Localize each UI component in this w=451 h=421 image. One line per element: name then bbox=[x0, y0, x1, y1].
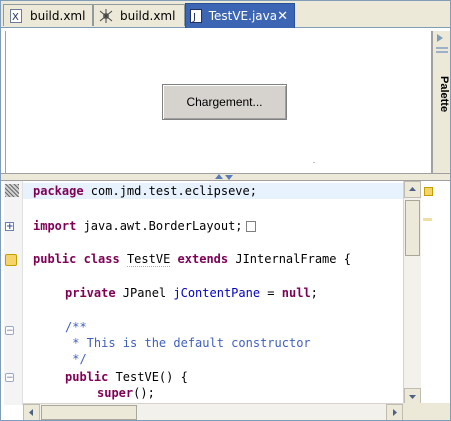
arrow-left-icon bbox=[29, 409, 33, 416]
visual-design-canvas[interactable]: Chargement... bbox=[5, 31, 432, 173]
vertical-ruler[interactable]: + − − bbox=[4, 181, 23, 405]
horizontal-scrollbar[interactable] bbox=[23, 403, 403, 420]
warning-marker[interactable] bbox=[423, 218, 432, 221]
code-text: com.jmd.test.eclipseve; bbox=[83, 184, 257, 198]
class-name: TestVE bbox=[126, 252, 171, 267]
warning-icon[interactable] bbox=[5, 254, 17, 266]
scroll-right-button[interactable] bbox=[386, 404, 403, 420]
collapse-fold-icon[interactable]: − bbox=[5, 373, 14, 383]
code-text: JPanel bbox=[115, 286, 174, 300]
xml-file-icon: X bbox=[8, 8, 24, 24]
arrow-down-icon bbox=[409, 395, 416, 399]
code-text: java.awt.BorderLayout; bbox=[76, 219, 243, 233]
code-text: (); bbox=[133, 386, 155, 400]
field-name: jContentPane bbox=[173, 286, 261, 300]
keyword: class bbox=[83, 252, 120, 266]
overview-ruler[interactable] bbox=[421, 181, 435, 405]
canvas-dot bbox=[313, 162, 315, 163]
vertical-scroll-thumb[interactable] bbox=[405, 200, 420, 256]
selection-marker-icon bbox=[5, 184, 19, 197]
code-area[interactable]: package com.jmd.test.eclipseve; import j… bbox=[23, 181, 403, 405]
design-source-splitter[interactable] bbox=[1, 173, 450, 181]
folded-content-icon[interactable] bbox=[245, 221, 256, 232]
expand-palette-icon[interactable] bbox=[437, 34, 443, 42]
keyword: public bbox=[33, 252, 77, 266]
palette-panel[interactable]: Palette bbox=[432, 31, 450, 177]
tab-build-xml-2[interactable]: build.xml bbox=[93, 4, 185, 26]
comment-line: * This is the default constructor bbox=[65, 336, 311, 350]
keyword: super bbox=[97, 386, 134, 400]
code-line: package com.jmd.test.eclipseve; bbox=[33, 183, 257, 199]
editor-tab-bar: X build.xml build.xml J TestVE.java ✕ bbox=[1, 1, 450, 28]
scrollbar-corner bbox=[403, 403, 450, 420]
code-line: super(); bbox=[97, 385, 155, 401]
tab-build-xml-1[interactable]: X build.xml bbox=[3, 4, 93, 26]
palette-grip-icon bbox=[436, 51, 448, 53]
code-line: private JPanel jContentPane = null; bbox=[65, 285, 318, 301]
code-line: public TestVE() { bbox=[65, 369, 188, 385]
horizontal-scroll-thumb[interactable] bbox=[41, 405, 137, 420]
tab-label: TestVE.java bbox=[208, 9, 278, 23]
code-text: = bbox=[260, 286, 282, 300]
ant-build-icon bbox=[98, 8, 114, 24]
keyword: public bbox=[65, 370, 109, 384]
arrow-up-icon bbox=[409, 187, 416, 191]
code-text: JInternalFrame { bbox=[228, 252, 351, 266]
palette-grip-icon bbox=[436, 47, 448, 49]
vertical-scrollbar[interactable] bbox=[403, 181, 421, 405]
scroll-left-button[interactable] bbox=[23, 404, 40, 420]
java-source-editor[interactable]: + − − package com.jmd.test.eclipseve; im… bbox=[1, 181, 450, 420]
warning-summary-icon[interactable] bbox=[424, 187, 433, 196]
arrow-up-icon[interactable] bbox=[215, 174, 223, 179]
comment-line: */ bbox=[65, 352, 87, 366]
collapse-fold-icon[interactable]: − bbox=[5, 326, 14, 336]
arrow-down-icon[interactable] bbox=[225, 175, 233, 180]
code-text: ; bbox=[310, 286, 318, 300]
code-text: TestVE() { bbox=[108, 370, 188, 384]
keyword: package bbox=[33, 184, 84, 198]
code-line: import java.awt.BorderLayout; bbox=[33, 218, 256, 234]
tab-label: build.xml bbox=[30, 8, 86, 23]
keyword: extends bbox=[177, 252, 229, 266]
palette-label[interactable]: Palette bbox=[434, 76, 450, 146]
comment-line: /** bbox=[65, 320, 87, 334]
keyword: import bbox=[33, 219, 77, 233]
chargement-button[interactable]: Chargement... bbox=[162, 84, 287, 120]
tab-label: build.xml bbox=[120, 8, 176, 23]
code-line: public class TestVE extends JInternalFra… bbox=[33, 251, 351, 267]
editor-window: X build.xml build.xml J TestVE.java ✕ Ch… bbox=[0, 0, 451, 421]
arrow-right-icon bbox=[393, 409, 397, 416]
keyword: null bbox=[281, 286, 311, 300]
svg-text:J: J bbox=[192, 12, 196, 23]
svg-text:X: X bbox=[12, 12, 19, 23]
close-icon[interactable]: ✕ bbox=[277, 9, 288, 24]
java-file-icon: J bbox=[190, 8, 203, 24]
expand-fold-icon[interactable]: + bbox=[5, 222, 14, 232]
tab-testve-java[interactable]: J TestVE.java ✕ bbox=[185, 3, 295, 28]
scroll-up-button[interactable] bbox=[404, 181, 421, 198]
keyword: private bbox=[65, 286, 116, 300]
